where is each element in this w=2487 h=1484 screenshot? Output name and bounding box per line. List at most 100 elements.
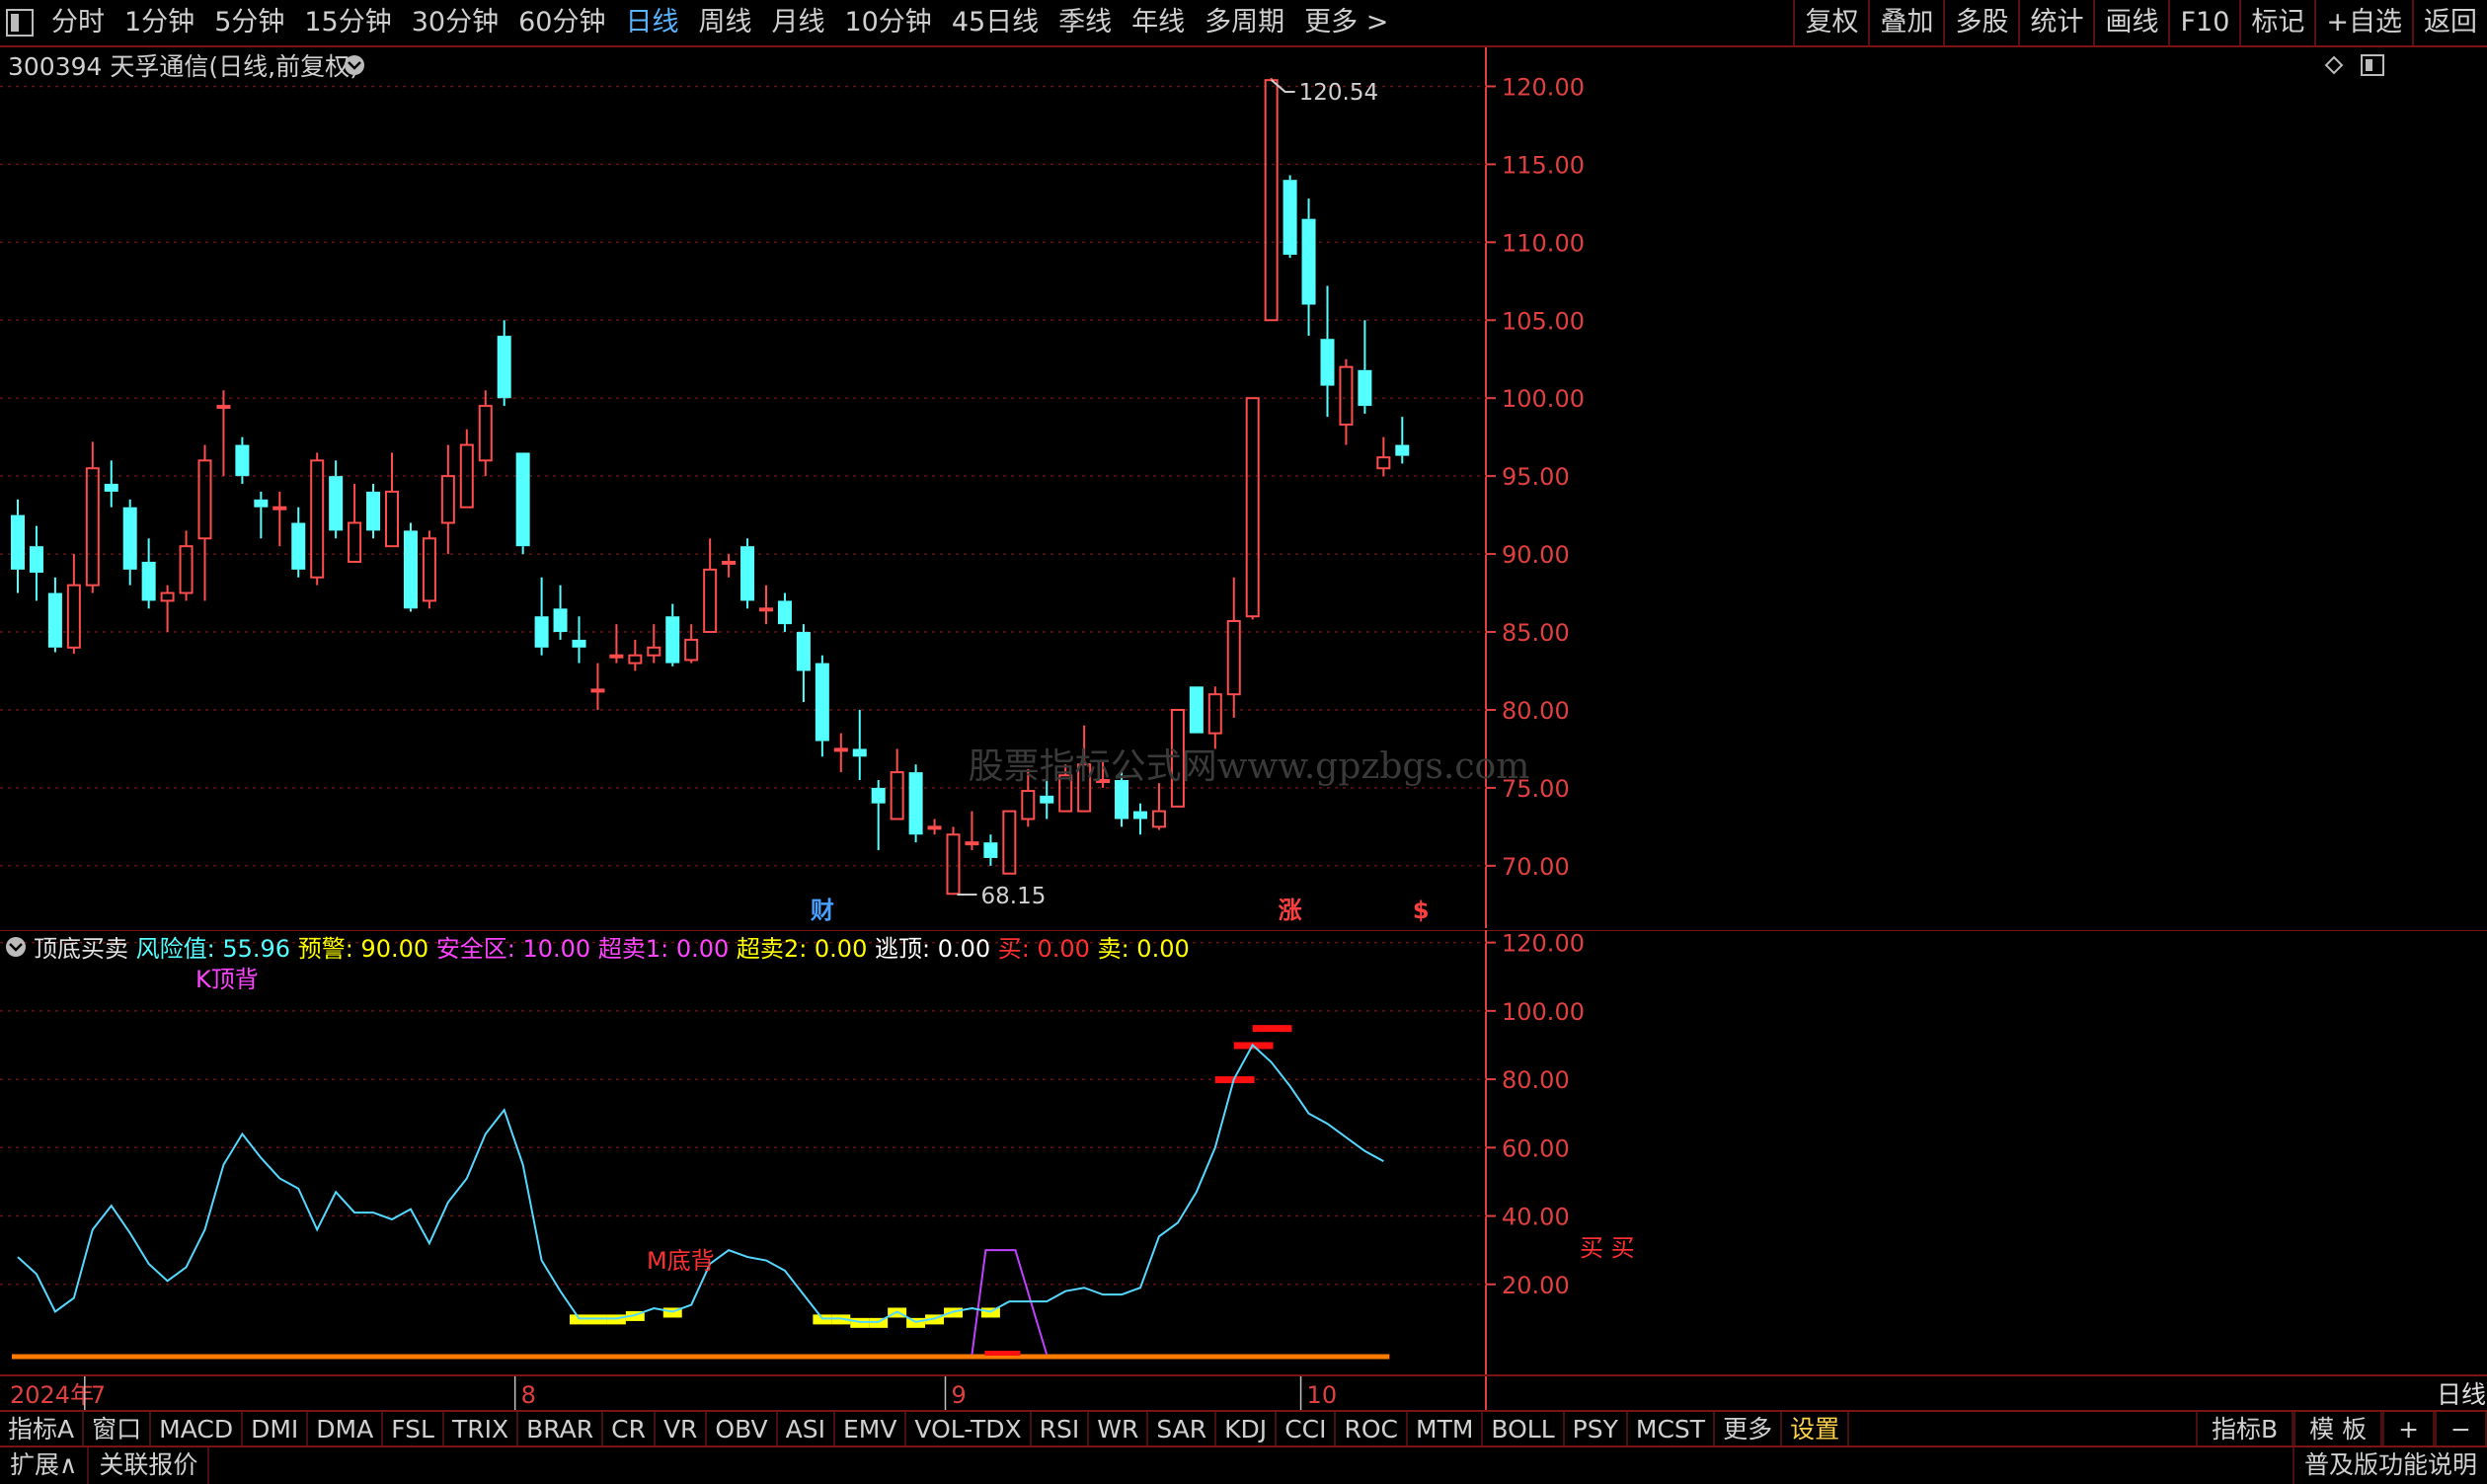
candle[interactable] xyxy=(927,819,942,835)
indicator-tab-2[interactable]: MACD xyxy=(151,1412,244,1447)
candle[interactable] xyxy=(366,484,381,539)
indicator-tab-3[interactable]: DMI xyxy=(243,1412,309,1447)
candle[interactable] xyxy=(104,460,118,508)
tool-button-1[interactable]: 叠加 xyxy=(1868,0,1943,45)
candle[interactable] xyxy=(1282,175,1297,259)
candle[interactable] xyxy=(66,554,81,655)
candle[interactable] xyxy=(385,452,399,548)
candle[interactable] xyxy=(852,709,867,781)
indicator-title[interactable]: 顶底买卖 xyxy=(34,935,136,963)
candle[interactable] xyxy=(553,585,568,640)
candle[interactable] xyxy=(1189,686,1204,734)
risk-value-line[interactable] xyxy=(17,1043,1384,1323)
tab-right-2[interactable]: + xyxy=(2382,1412,2436,1447)
candle[interactable] xyxy=(478,390,493,477)
candle[interactable] xyxy=(459,429,474,508)
candle[interactable] xyxy=(254,491,269,539)
tool-button-2[interactable]: 多股 xyxy=(1943,0,2018,45)
candle[interactable] xyxy=(1226,577,1241,718)
candle[interactable] xyxy=(11,499,25,593)
event-marker[interactable]: 财 xyxy=(811,897,834,924)
candle[interactable] xyxy=(160,585,175,633)
candle[interactable] xyxy=(85,441,100,593)
tab-right-0[interactable]: 指标B xyxy=(2195,1412,2294,1447)
candle[interactable] xyxy=(777,592,792,633)
candle[interactable] xyxy=(1358,320,1372,415)
candle[interactable] xyxy=(1133,803,1147,835)
indicator-tab-23[interactable]: MCST xyxy=(1628,1412,1716,1447)
candle[interactable] xyxy=(722,554,737,578)
candle[interactable] xyxy=(965,811,979,851)
diamond-icon[interactable] xyxy=(2324,55,2344,75)
period-tab-3[interactable]: 15分钟 xyxy=(294,0,401,45)
candle[interactable] xyxy=(740,538,755,609)
candle[interactable] xyxy=(179,530,194,601)
indicator-tab-20[interactable]: MTM xyxy=(1408,1412,1484,1447)
indicator-tab-9[interactable]: VR xyxy=(656,1412,708,1447)
tool-button-8[interactable]: 返回 xyxy=(2412,0,2487,45)
indicator-chart[interactable]: 20.00 40.00 60.00 80.00 100.00 120.00 顶底买卖 风险… xyxy=(0,930,2487,1374)
indicator-tab-24[interactable]: 更多 xyxy=(1715,1412,1783,1447)
period-tab-8[interactable]: 月线 xyxy=(761,0,834,45)
edition-info-button[interactable]: 普及版功能说明 xyxy=(2292,1447,2487,1484)
indicator-tab-1[interactable]: 窗口 xyxy=(84,1412,152,1447)
candle[interactable] xyxy=(1245,397,1260,620)
candle[interactable] xyxy=(403,522,418,612)
candle[interactable] xyxy=(796,624,811,703)
period-tab-2[interactable]: 5分钟 xyxy=(204,0,294,45)
candle[interactable] xyxy=(647,624,661,664)
indicator-tab-16[interactable]: SAR xyxy=(1148,1412,1217,1447)
period-tab-10[interactable]: 45日线 xyxy=(942,0,1049,45)
candle[interactable] xyxy=(141,538,156,609)
indicator-tab-8[interactable]: CR xyxy=(603,1412,656,1447)
tab-right-3[interactable]: − xyxy=(2435,1412,2487,1447)
indicator-tab-10[interactable]: OBV xyxy=(707,1412,778,1447)
indicator-tab-6[interactable]: TRIX xyxy=(444,1412,519,1447)
chevron-down-icon[interactable] xyxy=(6,937,26,957)
tool-button-6[interactable]: 标记 xyxy=(2239,0,2314,45)
indicator-tab-18[interactable]: CCI xyxy=(1277,1412,1337,1447)
period-tab-11[interactable]: 季线 xyxy=(1049,0,1122,45)
candle[interactable] xyxy=(590,663,605,710)
candle[interactable] xyxy=(1395,417,1410,464)
layout-icon[interactable] xyxy=(2361,54,2384,76)
candle[interactable] xyxy=(1320,285,1335,418)
indicator-tab-19[interactable]: ROC xyxy=(1336,1412,1408,1447)
indicator-tab-5[interactable]: FSL xyxy=(383,1412,444,1447)
status-button-0[interactable]: 扩展∧ xyxy=(0,1447,90,1484)
tool-button-7[interactable]: +自选 xyxy=(2314,0,2412,45)
tab-right-1[interactable]: 模 板 xyxy=(2293,1412,2383,1447)
indicator-tab-21[interactable]: BOLL xyxy=(1483,1412,1565,1447)
candle[interactable] xyxy=(47,577,62,653)
candle[interactable] xyxy=(1207,686,1222,749)
candle[interactable] xyxy=(122,499,137,586)
indicator-tab-17[interactable]: KDJ xyxy=(1216,1412,1278,1447)
candle[interactable] xyxy=(310,452,325,586)
indicator-tab-4[interactable]: DMA xyxy=(308,1412,384,1447)
candle[interactable] xyxy=(684,624,699,664)
tool-button-4[interactable]: 画线 xyxy=(2093,0,2168,45)
period-tab-7[interactable]: 周线 xyxy=(688,0,761,45)
candle[interactable] xyxy=(1339,358,1354,445)
candle[interactable] xyxy=(29,525,43,601)
period-tab-0[interactable]: 分时 xyxy=(41,0,115,45)
indicator-tab-14[interactable]: RSI xyxy=(1032,1412,1090,1447)
candle[interactable] xyxy=(291,507,306,578)
candle[interactable] xyxy=(1301,198,1316,337)
candle[interactable] xyxy=(216,390,231,477)
candle[interactable] xyxy=(628,639,643,671)
chevron-down-icon[interactable] xyxy=(345,55,364,75)
period-tab-4[interactable]: 30分钟 xyxy=(402,0,508,45)
candle[interactable] xyxy=(833,733,848,773)
candle[interactable] xyxy=(497,320,511,407)
candle[interactable] xyxy=(871,780,886,851)
candle[interactable] xyxy=(890,748,904,820)
candle[interactable] xyxy=(534,577,549,656)
indicator-tab-11[interactable]: ASI xyxy=(778,1412,835,1447)
indicator-tab-7[interactable]: BRAR xyxy=(518,1412,604,1447)
indicator-tab-13[interactable]: VOL-TDX xyxy=(906,1412,1032,1447)
candle[interactable] xyxy=(609,624,624,664)
status-button-1[interactable]: 关联报价 xyxy=(89,1447,210,1484)
indicator-tab-25[interactable]: 设置 xyxy=(1782,1412,1850,1447)
candle[interactable] xyxy=(422,530,436,609)
